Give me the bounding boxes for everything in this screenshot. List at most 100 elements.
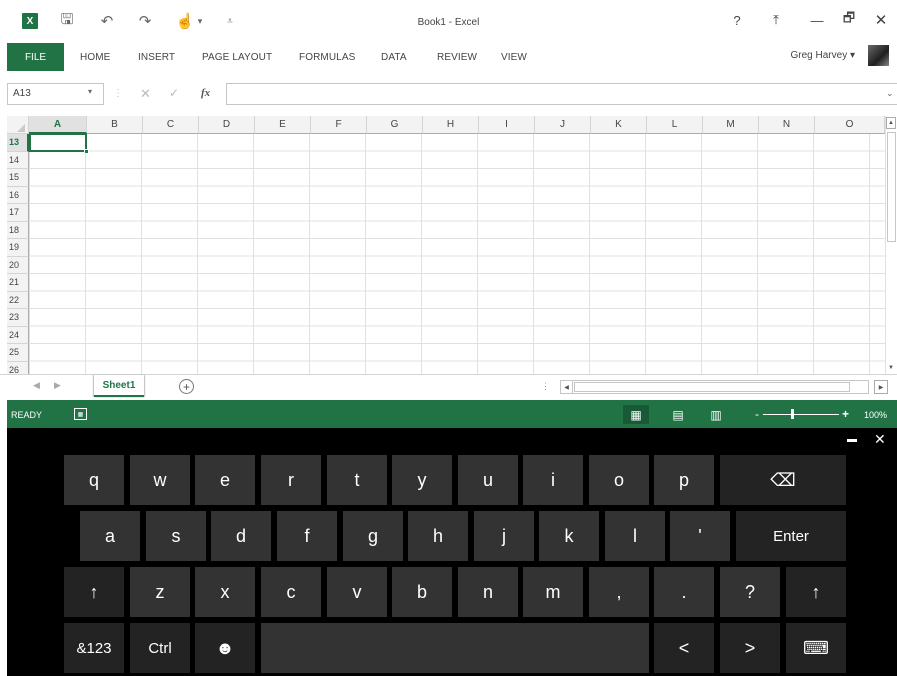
expand-formula-bar-icon[interactable]: ⌄ bbox=[886, 88, 894, 99]
column-header-b[interactable]: B bbox=[87, 116, 143, 134]
tab-data[interactable]: DATA bbox=[381, 52, 407, 63]
column-header-d[interactable]: D bbox=[199, 116, 255, 134]
zoom-in-button[interactable]: + bbox=[842, 407, 849, 421]
zoom-out-button[interactable]: - bbox=[755, 407, 759, 421]
key-k[interactable]: k bbox=[539, 511, 599, 561]
row-header-15[interactable]: 15 bbox=[7, 169, 29, 187]
row-header-19[interactable]: 19 bbox=[7, 239, 29, 257]
scroll-down-icon[interactable]: ▼ bbox=[886, 362, 896, 374]
minimize-button[interactable]: — bbox=[806, 11, 828, 29]
key-c[interactable]: c bbox=[261, 567, 321, 617]
keyboard-layout-icon[interactable]: ⌨ bbox=[786, 623, 846, 673]
column-header-c[interactable]: C bbox=[143, 116, 199, 134]
key-right-arrow[interactable]: > bbox=[720, 623, 780, 673]
key-w[interactable]: w bbox=[130, 455, 190, 505]
tab-insert[interactable]: INSERT bbox=[138, 52, 175, 63]
key-i[interactable]: i bbox=[523, 455, 583, 505]
zoom-slider-thumb[interactable] bbox=[791, 409, 794, 419]
key-h[interactable]: h bbox=[408, 511, 468, 561]
zoom-level[interactable]: 100% bbox=[864, 410, 887, 420]
key-t[interactable]: t bbox=[327, 455, 387, 505]
keyboard-dock-icon[interactable]: ▬ bbox=[846, 434, 858, 445]
row-header-24[interactable]: 24 bbox=[7, 326, 29, 344]
key-m[interactable]: m bbox=[523, 567, 583, 617]
key-l[interactable]: l bbox=[605, 511, 665, 561]
tab-formulas[interactable]: FORMULAS bbox=[299, 52, 355, 63]
column-header-o[interactable]: O bbox=[815, 116, 885, 134]
key-s[interactable]: s bbox=[146, 511, 206, 561]
tab-review[interactable]: REVIEW bbox=[437, 52, 477, 63]
tab-view[interactable]: VIEW bbox=[501, 52, 527, 63]
backspace-icon[interactable]: ⌫ bbox=[720, 455, 846, 505]
column-header-g[interactable]: G bbox=[367, 116, 423, 134]
tab-page-layout[interactable]: PAGE LAYOUT bbox=[202, 52, 272, 63]
next-sheet-icon[interactable]: ▶ bbox=[54, 380, 61, 391]
key-comma[interactable]: , bbox=[589, 567, 649, 617]
row-header-18[interactable]: 18 bbox=[7, 221, 29, 239]
active-cell[interactable] bbox=[29, 133, 87, 152]
key-q[interactable]: q bbox=[64, 455, 124, 505]
key-period[interactable]: . bbox=[654, 567, 714, 617]
keyboard-close-icon[interactable]: ✕ bbox=[874, 431, 886, 448]
column-header-j[interactable]: J bbox=[535, 116, 591, 134]
key-r[interactable]: r bbox=[261, 455, 321, 505]
key-z[interactable]: z bbox=[130, 567, 190, 617]
key-e[interactable]: e bbox=[195, 455, 255, 505]
column-header-l[interactable]: L bbox=[647, 116, 703, 134]
shift-right-icon[interactable]: ↑ bbox=[786, 567, 846, 617]
row-header-13[interactable]: 13 bbox=[7, 134, 29, 152]
row-header-14[interactable]: 14 bbox=[7, 151, 29, 169]
macro-recording-icon[interactable]: ▦ bbox=[74, 408, 87, 420]
key-p[interactable]: p bbox=[654, 455, 714, 505]
row-header-20[interactable]: 20 bbox=[7, 256, 29, 274]
new-sheet-button[interactable]: + bbox=[179, 379, 194, 394]
tab-file[interactable]: FILE bbox=[7, 43, 64, 71]
insert-function-button[interactable]: fx bbox=[201, 87, 210, 99]
key-v[interactable]: v bbox=[327, 567, 387, 617]
key-o[interactable]: o bbox=[589, 455, 649, 505]
close-button[interactable]: ✕ bbox=[870, 11, 892, 29]
scroll-left-icon[interactable]: ◀ bbox=[561, 381, 573, 393]
page-layout-view-icon[interactable]: ▤ bbox=[665, 405, 691, 424]
key-symbols[interactable]: &123 bbox=[64, 623, 124, 673]
vertical-scroll-thumb[interactable] bbox=[887, 132, 896, 242]
column-header-f[interactable]: F bbox=[311, 116, 367, 134]
ribbon-display-options-button[interactable]: ⤒ bbox=[765, 11, 787, 29]
previous-sheet-icon[interactable]: ◀ bbox=[33, 380, 40, 391]
row-header-22[interactable]: 22 bbox=[7, 291, 29, 309]
normal-view-icon[interactable]: ▦ bbox=[623, 405, 649, 424]
tab-home[interactable]: HOME bbox=[80, 52, 110, 63]
column-header-i[interactable]: I bbox=[479, 116, 535, 134]
key-j[interactable]: j bbox=[474, 511, 534, 561]
page-break-preview-icon[interactable]: ▥ bbox=[703, 405, 729, 424]
key-enter[interactable]: Enter bbox=[736, 511, 846, 561]
column-header-m[interactable]: M bbox=[703, 116, 759, 134]
row-header-17[interactable]: 17 bbox=[7, 204, 29, 222]
key-y[interactable]: y bbox=[392, 455, 452, 505]
key-a[interactable]: a bbox=[80, 511, 140, 561]
shift-left-icon[interactable]: ↑ bbox=[64, 567, 124, 617]
zoom-slider[interactable] bbox=[763, 414, 839, 415]
row-header-25[interactable]: 25 bbox=[7, 344, 29, 362]
key-question[interactable]: ? bbox=[720, 567, 780, 617]
row-header-23[interactable]: 23 bbox=[7, 309, 29, 327]
restore-button[interactable]: 🗗 bbox=[838, 10, 860, 29]
cell-area[interactable] bbox=[29, 134, 885, 374]
name-box-dropdown-icon[interactable]: ▾ bbox=[88, 87, 92, 96]
fill-handle[interactable] bbox=[84, 149, 89, 154]
confirm-entry-icon[interactable]: ✓ bbox=[169, 86, 179, 100]
tab-split-handle-icon[interactable]: ⋮ bbox=[541, 381, 550, 392]
column-header-n[interactable]: N bbox=[759, 116, 815, 134]
key-ctrl[interactable]: Ctrl bbox=[130, 623, 190, 673]
key-n[interactable]: n bbox=[458, 567, 518, 617]
column-header-a[interactable]: A bbox=[29, 116, 87, 134]
column-header-h[interactable]: H bbox=[423, 116, 479, 134]
key-apostrophe[interactable]: ' bbox=[670, 511, 730, 561]
sheet-tab-sheet1[interactable]: Sheet1 bbox=[94, 375, 144, 397]
emoji-icon[interactable]: ☻ bbox=[195, 623, 255, 673]
horizontal-scroll-thumb[interactable] bbox=[574, 382, 850, 392]
row-header-16[interactable]: 16 bbox=[7, 186, 29, 204]
cancel-entry-icon[interactable]: ✕ bbox=[140, 86, 151, 102]
key-u[interactable]: u bbox=[458, 455, 518, 505]
formula-input[interactable] bbox=[226, 83, 897, 105]
